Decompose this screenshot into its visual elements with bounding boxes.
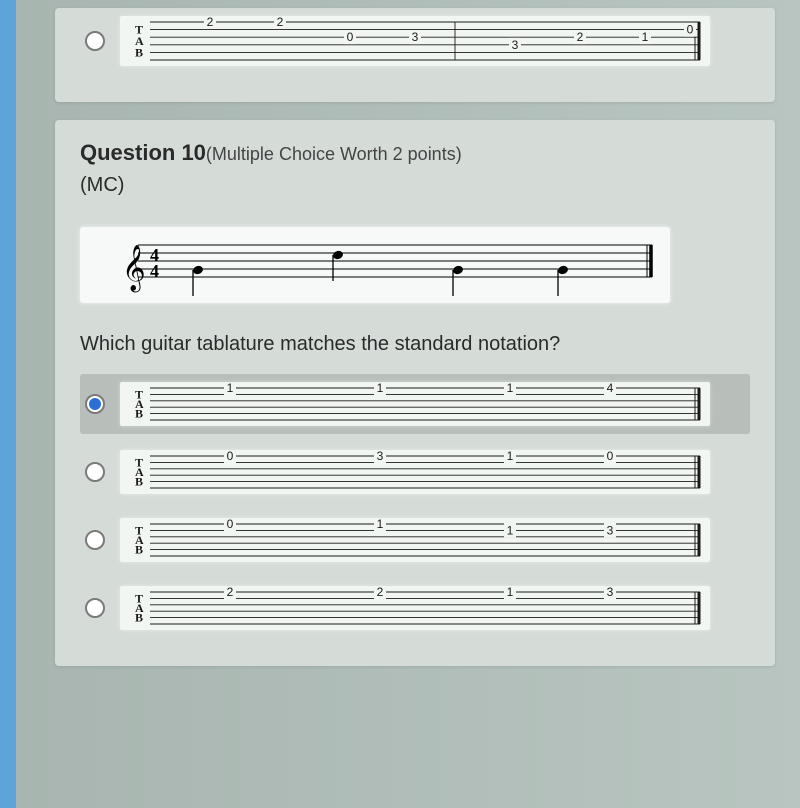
svg-text:3: 3 xyxy=(377,450,384,463)
option-row-4[interactable]: TAB2213 xyxy=(80,578,750,638)
question-number-label: Question 10 xyxy=(80,140,206,165)
standard-notation: 𝄞44 xyxy=(80,227,670,303)
svg-text:1: 1 xyxy=(377,382,384,395)
question-card: Question 10(Multiple Choice Worth 2 poin… xyxy=(55,120,775,666)
svg-text:1: 1 xyxy=(227,382,234,395)
radio-unselected[interactable] xyxy=(85,598,105,618)
option-row[interactable]: TAB22033210 xyxy=(80,8,750,74)
svg-text:3: 3 xyxy=(512,38,519,52)
tab-diagram: TAB0113 xyxy=(120,518,710,562)
svg-text:4: 4 xyxy=(150,261,159,281)
option-row-3[interactable]: TAB0113 xyxy=(80,510,750,570)
svg-text:B: B xyxy=(135,543,143,557)
svg-text:1: 1 xyxy=(507,450,514,463)
svg-text:B: B xyxy=(135,611,143,625)
svg-text:1: 1 xyxy=(507,586,514,599)
svg-text:1: 1 xyxy=(507,382,514,395)
svg-text:𝄞: 𝄞 xyxy=(122,245,146,293)
tab-diagram: TAB2213 xyxy=(120,586,710,630)
radio-unselected[interactable] xyxy=(85,462,105,482)
question-prompt: Which guitar tablature matches the stand… xyxy=(80,333,750,356)
tab-diagram: TAB1114 xyxy=(120,382,710,426)
svg-text:0: 0 xyxy=(687,23,694,37)
svg-text:3: 3 xyxy=(412,30,419,44)
tab-diagram: TAB22033210 xyxy=(120,16,710,66)
svg-text:1: 1 xyxy=(507,523,514,537)
svg-text:3: 3 xyxy=(607,586,614,599)
radio-unselected[interactable] xyxy=(85,31,105,51)
svg-text:2: 2 xyxy=(377,586,384,599)
svg-text:B: B xyxy=(135,45,143,59)
previous-question-card: TAB22033210 xyxy=(55,8,775,102)
question-header: Question 10(Multiple Choice Worth 2 poin… xyxy=(80,140,750,166)
svg-text:0: 0 xyxy=(347,30,354,44)
option-row-1[interactable]: TAB1114 xyxy=(80,374,750,434)
question-type-label: (MC) xyxy=(80,174,750,197)
radio-unselected[interactable] xyxy=(85,530,105,550)
svg-text:0: 0 xyxy=(227,518,234,531)
option-row-2[interactable]: TAB0310 xyxy=(80,442,750,502)
tab-diagram: TAB0310 xyxy=(120,450,710,494)
svg-text:2: 2 xyxy=(227,586,234,599)
svg-text:1: 1 xyxy=(377,518,384,531)
svg-text:2: 2 xyxy=(577,30,584,44)
svg-text:0: 0 xyxy=(227,450,234,463)
svg-text:0: 0 xyxy=(607,450,614,463)
svg-text:1: 1 xyxy=(642,30,649,44)
question-points-label: (Multiple Choice Worth 2 points) xyxy=(206,144,462,164)
svg-text:B: B xyxy=(135,475,143,489)
svg-text:4: 4 xyxy=(607,382,614,395)
radio-selected[interactable] xyxy=(85,394,105,414)
svg-text:3: 3 xyxy=(607,523,614,537)
svg-text:2: 2 xyxy=(277,16,284,29)
svg-text:B: B xyxy=(135,407,143,421)
svg-text:2: 2 xyxy=(207,16,214,29)
